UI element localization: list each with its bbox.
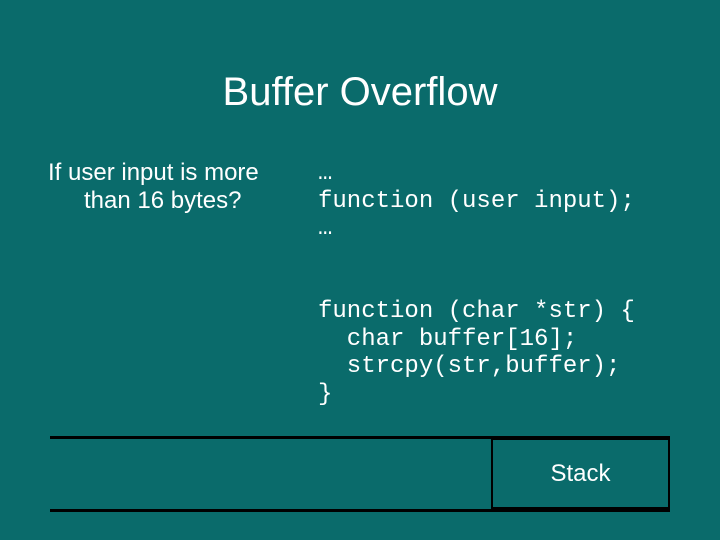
- code2-l1: function (char *str) {: [318, 298, 635, 325]
- code1-l2: function (user input);: [318, 188, 635, 215]
- slide: Buffer Overflow If user input is more th…: [0, 0, 720, 540]
- code2-l4: }: [318, 381, 332, 408]
- code2-l3: strcpy(str,buffer);: [318, 353, 620, 380]
- stack-box: Stack: [491, 438, 670, 509]
- slide-title: Buffer Overflow: [0, 70, 720, 115]
- code2-l2: char buffer[16];: [318, 326, 577, 353]
- question-text: If user input is more than 16 bytes?: [48, 159, 298, 214]
- stack-label: Stack: [550, 460, 610, 488]
- divider-bottom: [50, 509, 670, 512]
- code1-l3: …: [318, 215, 332, 242]
- question-line-1: If user input is more: [48, 159, 259, 186]
- code-block-function: function (char *str) { char buffer[16]; …: [318, 298, 635, 408]
- code1-l1: …: [318, 160, 332, 187]
- code-block-call: … function (user input); …: [318, 160, 635, 243]
- question-line-2: than 16 bytes?: [48, 187, 298, 215]
